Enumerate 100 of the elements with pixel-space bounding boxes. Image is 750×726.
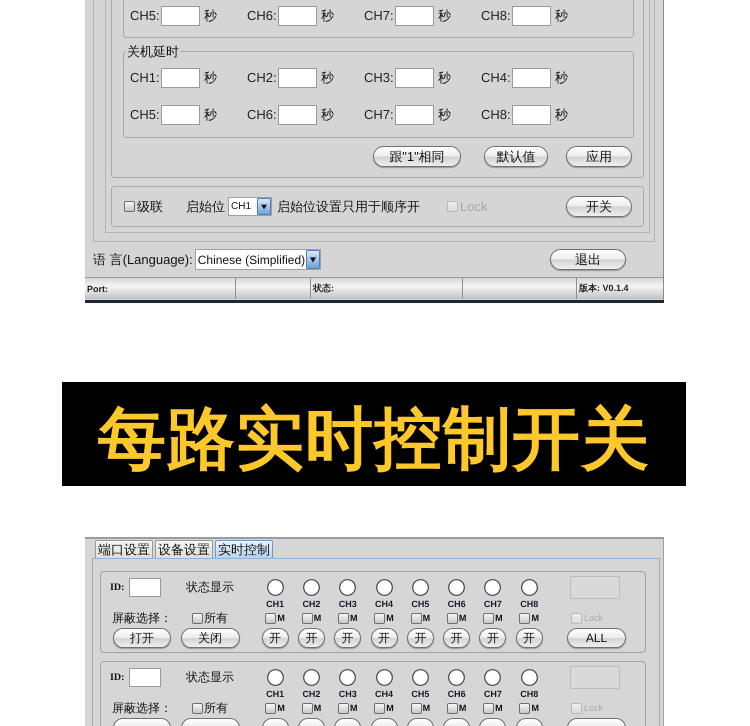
language-dropdown[interactable]: Chinese (Simplified) — [194, 249, 321, 270]
start-label: 启始位 — [186, 198, 225, 216]
channel-on-button[interactable]: 开 — [298, 628, 325, 648]
channel-on-button[interactable]: 开 — [516, 628, 543, 648]
display-field — [570, 576, 620, 599]
checkbox[interactable] — [446, 702, 458, 714]
delay-field[interactable] — [278, 68, 317, 88]
channel-label: CH8 — [520, 599, 538, 609]
unit-label: 秒 — [321, 68, 334, 86]
tab[interactable]: 设备设置 — [155, 540, 213, 558]
start-channel-dropdown[interactable]: CH1 — [228, 197, 272, 216]
channel-label: CH7 — [484, 689, 502, 699]
delay-field[interactable] — [512, 6, 551, 26]
channel-label: CH8: — [481, 8, 512, 23]
checkbox[interactable] — [192, 612, 203, 624]
channel-label: CH6: — [247, 107, 278, 122]
mask-label: 屏蔽选择： — [112, 610, 172, 626]
channel-on-button[interactable]: 开 — [406, 628, 434, 648]
group-title: 关机延时 — [126, 44, 180, 59]
channel-label: CH6 — [448, 689, 466, 699]
id-field[interactable] — [129, 668, 162, 687]
unit-label: 秒 — [204, 106, 217, 124]
channel-on-button[interactable]: 开 — [262, 628, 289, 648]
checkbox-label: M — [277, 613, 285, 623]
channel-label: CH8: — [481, 107, 512, 122]
channel-label: CH5 — [411, 599, 430, 609]
all-button[interactable]: ALL — [567, 628, 626, 648]
unit-label: 秒 — [204, 6, 217, 24]
checkbox-label: M — [350, 703, 358, 713]
checkbox-label: M — [495, 613, 503, 623]
channel-label: CH3 — [338, 689, 357, 699]
delay-field[interactable] — [395, 6, 434, 26]
channel-on-button[interactable]: 开 — [479, 628, 506, 648]
delay-field[interactable] — [395, 104, 434, 124]
checkbox[interactable] — [519, 702, 530, 714]
checkbox[interactable] — [338, 612, 349, 624]
checkbox-label: M — [458, 703, 466, 713]
banner-title: 每路实时控制开关 — [98, 402, 650, 478]
channel-on-button[interactable]: 开 — [334, 628, 362, 648]
unit-label: 秒 — [555, 6, 568, 24]
checkbox-label: 所有 — [204, 610, 228, 626]
checkbox[interactable] — [192, 702, 203, 714]
status-text: 版本: V0.1.4 — [579, 282, 629, 295]
channel-label: CH5: — [130, 107, 161, 122]
channel-label: CH8 — [520, 689, 538, 699]
same-as-first-button[interactable]: 跟"1"相同 — [373, 146, 461, 167]
channel-label: CH6: — [247, 8, 278, 23]
channel-label: CH2: — [247, 70, 278, 85]
delay-field[interactable] — [161, 6, 200, 26]
delay-field[interactable] — [512, 68, 551, 88]
apply-button[interactable]: 应用 — [566, 146, 632, 167]
checkbox[interactable] — [124, 201, 135, 212]
checkbox[interactable] — [265, 702, 276, 714]
delay-field[interactable] — [161, 104, 200, 124]
delay-field[interactable] — [512, 104, 551, 124]
checkbox[interactable] — [302, 702, 313, 714]
close-button[interactable]: 关闭 — [180, 628, 240, 648]
checkbox[interactable] — [519, 612, 530, 624]
channel-label: CH3 — [338, 599, 357, 609]
default-button[interactable]: 默认值 — [484, 146, 548, 167]
checkbox-label: M — [314, 613, 322, 623]
checkbox[interactable] — [410, 702, 422, 714]
checkbox-label: M — [531, 703, 539, 713]
switch-button[interactable]: 开关 — [566, 196, 632, 217]
delay-field[interactable] — [395, 68, 434, 88]
channel-label: CH7 — [484, 599, 502, 609]
tab[interactable]: 实时控制 — [215, 540, 273, 558]
checkbox[interactable] — [410, 612, 422, 624]
checkbox[interactable] — [483, 702, 494, 714]
checkbox-label: M — [531, 613, 539, 623]
channel-label: CH1 — [266, 599, 284, 609]
channel-label: CH6 — [448, 599, 466, 609]
checkbox[interactable] — [374, 612, 386, 624]
status-text: 状态: — [313, 282, 334, 295]
checkbox-label: M — [422, 703, 430, 713]
status-label: 状态显示 — [186, 669, 234, 686]
delay-field[interactable] — [278, 6, 317, 26]
checkbox-label: M — [495, 703, 503, 713]
display-field — [570, 666, 620, 689]
checkbox[interactable] — [265, 612, 276, 624]
delay-field[interactable] — [161, 68, 200, 88]
channel-label: CH7: — [364, 107, 395, 122]
checkbox[interactable] — [483, 612, 494, 624]
unit-label: 秒 — [321, 6, 334, 24]
tab[interactable]: 端口设置 — [95, 540, 153, 558]
channel-on-button[interactable]: 开 — [443, 628, 470, 648]
unit-label: 秒 — [204, 68, 217, 86]
channel-label: CH5 — [411, 689, 430, 699]
checkbox[interactable] — [446, 612, 458, 624]
checkbox[interactable] — [374, 702, 386, 714]
id-field[interactable] — [129, 578, 162, 597]
dropdown-arrow-icon — [257, 198, 271, 215]
checkbox-label: M — [277, 703, 285, 713]
checkbox[interactable] — [338, 702, 349, 714]
exit-button[interactable]: 退出 — [550, 249, 626, 270]
open-button[interactable]: 打开 — [113, 628, 171, 648]
delay-field[interactable] — [278, 104, 317, 124]
channel-on-button[interactable]: 开 — [370, 628, 398, 648]
checkbox[interactable] — [302, 612, 313, 624]
channel-label: CH2 — [302, 599, 320, 609]
